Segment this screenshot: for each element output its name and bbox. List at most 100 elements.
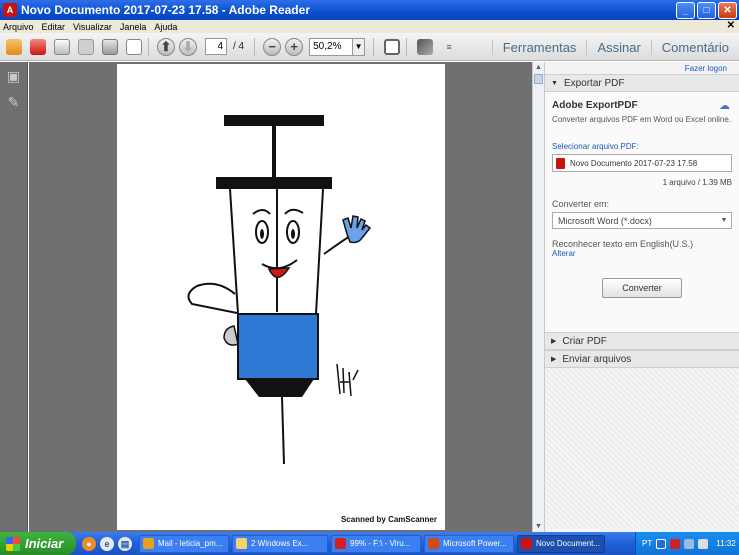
edit-icon[interactable] <box>52 37 72 57</box>
folder-icon <box>236 538 247 549</box>
export-pdf-title: Exportar PDF <box>563 77 625 89</box>
page-thumbnails-icon[interactable]: ▣ <box>6 68 22 84</box>
volume-icon[interactable] <box>698 538 709 549</box>
next-page-icon[interactable]: ⬇ <box>179 37 197 56</box>
fit-page-icon[interactable] <box>382 37 402 57</box>
language-indicator[interactable]: PT <box>642 539 652 548</box>
combine-pdf-icon[interactable] <box>28 37 48 57</box>
send-files-title: Enviar arquivos <box>562 353 632 365</box>
adobe-reader-icon <box>521 538 532 549</box>
syringe-cartoon-drawing <box>187 115 372 465</box>
menu-visualizar[interactable]: Visualizar <box>73 22 112 32</box>
change-language-link[interactable]: Alterar <box>552 249 732 258</box>
quick-launch: ● e ▤ <box>82 536 136 551</box>
toolbar-right-links: Ferramentas Assinar Comentário <box>491 33 739 61</box>
taskbar-item-active[interactable]: Novo Document... <box>517 534 605 553</box>
close-button[interactable]: ✕ <box>718 1 737 19</box>
taskbar-item[interactable]: Microsoft Power... <box>424 534 514 553</box>
antivirus-tray-icon[interactable] <box>670 538 681 549</box>
toolbar-separator <box>148 37 149 56</box>
print-icon[interactable] <box>100 37 120 57</box>
selected-file-name: Novo Documento 2017-07-23 17.58 <box>570 158 698 168</box>
chevron-down-icon: ▼ <box>720 217 728 224</box>
toolbar-separator <box>254 37 256 56</box>
taskbar-item-label: 2 Windows Ex... <box>251 539 309 548</box>
taskbar-item-label: Novo Document... <box>536 539 601 548</box>
collapse-triangle-icon: ▼ <box>551 79 558 87</box>
selected-file-box[interactable]: Novo Documento 2017-07-23 17.58 <box>552 154 732 172</box>
document-area[interactable]: Scanned by CamScanner <box>29 62 532 532</box>
close-document-icon[interactable]: ✕ <box>727 20 735 31</box>
zoom-out-icon[interactable]: − <box>263 37 282 56</box>
taskbar-item[interactable]: 99% - F:\ - Viru... <box>331 534 421 553</box>
comment-link[interactable]: Comentário <box>650 39 739 55</box>
zoom-dropdown-icon[interactable]: ▼ <box>353 37 366 56</box>
menu-bar: Arquivo Editar Visualizar Janela Ajuda ✕ <box>0 20 739 33</box>
menu-arquivo[interactable]: Arquivo <box>3 22 34 32</box>
start-label: Iniciar <box>25 536 64 551</box>
sign-link[interactable]: Assinar <box>586 39 650 55</box>
toolbar: ⬆ ⬇ 4 / 4 − + 50,2% ▼ ≡ Ferramentas Assi… <box>0 33 739 61</box>
pdf-file-icon <box>556 157 565 169</box>
start-button[interactable]: Iniciar <box>0 532 76 555</box>
export-description: Converter arquivos PDF em Word ou Excel … <box>552 115 732 124</box>
windows-logo-icon <box>6 536 20 551</box>
zoom-in-icon[interactable]: + <box>285 37 304 56</box>
convert-format-value: Microsoft Word (*.docx) <box>558 215 652 226</box>
toolbar-separator <box>373 37 375 56</box>
create-pdf-header[interactable]: ▶ Criar PDF <box>545 332 739 350</box>
page-number-input[interactable]: 4 <box>205 38 227 55</box>
tools-link[interactable]: Ferramentas <box>491 39 587 55</box>
firefox-icon[interactable]: ● <box>82 536 96 551</box>
powerpoint-icon <box>428 538 439 549</box>
previous-page-icon[interactable]: ⬆ <box>157 37 175 56</box>
cloud-icon: ☁ <box>719 100 730 112</box>
convert-format-select[interactable]: Microsoft Word (*.docx) ▼ <box>552 212 732 229</box>
taskbar-item-label: 99% - F:\ - Viru... <box>350 539 411 548</box>
navigation-rail: ▣ ✎ <box>0 62 28 532</box>
scanned-by-footer: Scanned by CamScanner <box>340 515 437 524</box>
menu-janela[interactable]: Janela <box>120 22 147 32</box>
tools-panel: Fazer logon ▼ Exportar PDF Adobe ExportP… <box>544 62 739 532</box>
create-pdf-title: Criar PDF <box>562 335 607 347</box>
internet-explorer-icon[interactable]: e <box>100 536 114 551</box>
taskbar-item-label: Microsoft Power... <box>443 539 507 548</box>
network-icon[interactable] <box>684 538 695 549</box>
login-link[interactable]: Fazer logon <box>545 62 739 74</box>
file-info: 1 arquivo / 1.39 MB <box>662 178 732 187</box>
taskbar-item[interactable]: 2 Windows Ex... <box>232 534 328 553</box>
scroll-up-icon[interactable]: ▲ <box>533 62 544 73</box>
customize-toolbar-icon[interactable]: ≡ <box>439 37 459 57</box>
page-total: / 4 <box>233 41 245 52</box>
system-tray: PT 11:32 <box>635 532 739 555</box>
menu-ajuda[interactable]: Ajuda <box>154 22 177 32</box>
help-icon[interactable] <box>656 538 667 549</box>
export-pdf-body: Adobe ExportPDF ☁ Converter arquivos PDF… <box>545 92 739 332</box>
vertical-scrollbar[interactable]: ▲ ▼ <box>532 62 544 532</box>
scroll-thumb[interactable] <box>534 74 543 84</box>
menu-editar[interactable]: Editar <box>42 22 66 32</box>
export-pdf-header[interactable]: ▼ Exportar PDF <box>545 74 739 92</box>
send-files-header[interactable]: ▶ Enviar arquivos <box>545 350 739 368</box>
taskbar-item[interactable]: Mail - leticia_pm... <box>139 534 229 553</box>
convert-button[interactable]: Converter <box>602 278 682 298</box>
select-pdf-link[interactable]: Selecionar arquivo PDF: <box>552 142 732 151</box>
show-desktop-icon[interactable]: ▤ <box>118 536 132 551</box>
title-bar: A Novo Documento 2017-07-23 17.58 - Adob… <box>0 0 739 20</box>
create-pdf-icon[interactable] <box>4 37 24 57</box>
full-screen-icon[interactable] <box>415 37 435 57</box>
taskbar: Iniciar ● e ▤ Mail - leticia_pm... 2 Win… <box>0 532 739 555</box>
toolbar-separator <box>406 37 408 56</box>
adobe-reader-icon: A <box>3 3 17 17</box>
zoom-input[interactable]: 50,2% <box>309 37 354 56</box>
scroll-down-icon[interactable]: ▼ <box>533 521 544 532</box>
clock: 11:32 <box>716 539 736 548</box>
minimize-button[interactable]: _ <box>676 1 695 19</box>
maximize-button[interactable]: □ <box>697 1 716 19</box>
expand-triangle-icon: ▶ <box>551 356 557 363</box>
signature-icon[interactable]: ✎ <box>6 94 22 110</box>
save-icon[interactable] <box>76 37 96 57</box>
email-icon[interactable] <box>124 37 144 57</box>
window-title: Novo Documento 2017-07-23 17.58 - Adobe … <box>21 3 310 17</box>
pdf-page: Scanned by CamScanner <box>117 64 445 530</box>
